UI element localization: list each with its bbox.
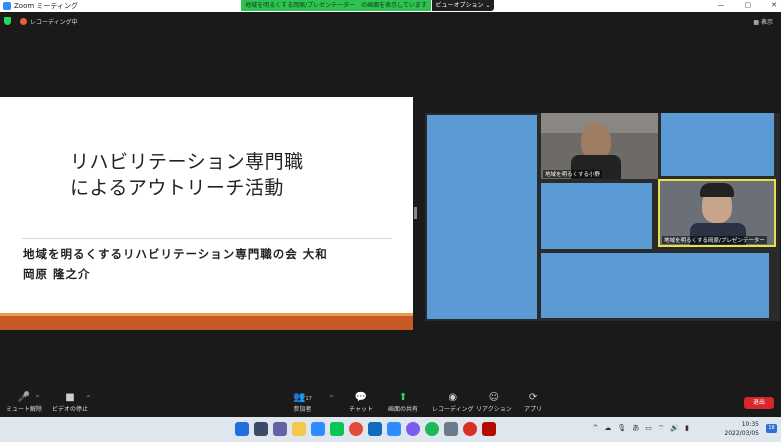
participants-options-caret[interactable]: ^ — [329, 395, 334, 402]
recording-label: レコーディング中 — [30, 19, 78, 26]
cloud-icon[interactable]: ☁ — [604, 424, 611, 432]
microphone-muted-icon: 🎤 — [17, 392, 31, 403]
video-camera-icon: ■ — [65, 392, 75, 403]
chat-icon: 💬 — [354, 392, 368, 403]
active-speaker-tile[interactable]: 地域を明るくする岡原/プレゼンテーター — [658, 179, 776, 247]
share-screen-button[interactable]: ⬆ 画面の共有 — [388, 392, 418, 413]
task-view-icon[interactable] — [254, 422, 268, 436]
taskbar-clock[interactable]: 10:35 2022/03/05 — [724, 420, 759, 438]
record-icon: ◉ — [448, 392, 458, 403]
tray-chevron-icon[interactable]: ^ — [592, 424, 598, 432]
chat-button[interactable]: 💬 チャット — [349, 392, 373, 413]
video-button[interactable]: ■ ビデオの停止 — [52, 392, 88, 413]
participants-icon: 👥17 — [293, 392, 312, 403]
mute-label: ミュート解除 — [6, 406, 43, 413]
window-controls: — ▢ ✕ — [718, 0, 778, 11]
taskbar-apps — [235, 422, 496, 436]
messenger-icon[interactable] — [406, 422, 420, 436]
recording-indicator[interactable]: レコーディング中 — [20, 17, 78, 26]
display-icon[interactable]: ▭ — [645, 424, 652, 432]
participants-label: 参加者 — [293, 406, 312, 413]
record-label: レコーディング — [432, 406, 474, 413]
slide-divider — [22, 238, 392, 239]
participant-tile[interactable] — [661, 113, 774, 176]
meeting-toolbar: 🎤 ミュート解除 ^ ■ ビデオの停止 ^ 👥17 参加者 ^ 💬 チャット ⬆ 画面の共… — [0, 390, 781, 417]
teams-icon[interactable] — [273, 422, 287, 436]
slide-footer-bar — [0, 313, 413, 330]
app-icon[interactable] — [463, 422, 477, 436]
battery-icon[interactable]: ▮ — [685, 424, 689, 432]
leave-button[interactable]: 退出 — [744, 397, 774, 409]
acrobat-icon[interactable] — [482, 422, 496, 436]
slide-organization: 地域を明るくするリハビリテーション専門職の会 大和 — [23, 247, 328, 261]
reactions-label: リアクション — [476, 406, 512, 413]
participant-tile-video[interactable]: 地域を明るくする小野 — [541, 113, 658, 179]
share-banner-text: 地域を明るくする岡原/プレゼンテーター の画面を表示しています — [245, 2, 427, 9]
record-dot-icon — [20, 18, 27, 25]
clock-time: 10:35 — [741, 421, 759, 428]
apps-icon: ⟳ — [528, 392, 538, 403]
reactions-icon: ☺ — [488, 392, 500, 403]
chat-label: チャット — [349, 406, 373, 413]
screen-share-banner: 地域を明るくする岡原/プレゼンテーター の画面を表示しています — [241, 0, 431, 11]
participant-gallery: 地域を明るくする小野 地域を明るくする岡原/プレゼンテーター — [425, 113, 780, 321]
zoom-icon[interactable] — [387, 422, 401, 436]
spotify-icon[interactable] — [425, 422, 439, 436]
clock-date: 2022/03/05 — [724, 430, 759, 437]
reactions-button[interactable]: ☺ リアクション — [476, 392, 512, 413]
apps-button[interactable]: ⟳ アプリ — [524, 392, 542, 413]
zoom-app-icon[interactable] — [311, 422, 325, 436]
ime-indicator[interactable]: あ — [632, 423, 639, 433]
slide-title: リハビリテーション専門職 によるアウトリーチ活動 — [70, 151, 304, 199]
zoom-logo-icon — [3, 2, 11, 10]
view-button[interactable]: ▦ 表示 — [753, 17, 773, 26]
notification-badge[interactable]: 18 — [766, 424, 777, 433]
chrome-icon[interactable] — [349, 422, 363, 436]
participant-name: 地域を明るくする小野 — [543, 170, 603, 178]
volume-icon[interactable]: 🔊 — [670, 424, 679, 432]
maximize-button[interactable]: ▢ — [745, 0, 752, 11]
system-tray: ^ ☁ 🎙 あ ▭ ⌔ 🔊 ▮ — [592, 423, 689, 433]
record-button[interactable]: ◉ レコーディング — [432, 392, 474, 413]
video-label: ビデオの停止 — [52, 406, 89, 413]
apps-label: アプリ — [524, 406, 543, 413]
start-menu-icon[interactable] — [235, 422, 249, 436]
outlook-icon[interactable] — [368, 422, 382, 436]
window-title: Zoom ミーティング — [14, 2, 78, 10]
splitter-handle[interactable] — [414, 207, 417, 219]
audio-options-caret[interactable]: ^ — [35, 395, 40, 402]
wifi-icon[interactable]: ⌔ — [658, 424, 665, 433]
file-explorer-icon[interactable] — [292, 422, 306, 436]
minimize-button[interactable]: — — [718, 0, 725, 11]
window-titlebar: Zoom ミーティング 地域を明るくする岡原/プレゼンテーター の画面を表示して… — [0, 0, 781, 12]
view-label: 表示 — [760, 19, 773, 26]
meeting-status-bar: レコーディング中 ▦ 表示 — [0, 12, 781, 30]
slide-presenter: 岡原 隆之介 — [23, 267, 91, 281]
settings-icon[interactable] — [444, 422, 458, 436]
participant-tile[interactable] — [427, 115, 537, 319]
participants-count: 17 — [305, 396, 312, 402]
shared-screen-slide: リハビリテーション専門職 によるアウトリーチ活動 地域を明るくするリハビリテーシ… — [0, 97, 413, 330]
close-button[interactable]: ✕ — [771, 0, 777, 11]
mic-tray-icon[interactable]: 🎙 — [617, 424, 626, 432]
participant-tile[interactable] — [541, 183, 652, 249]
windows-taskbar: ^ ☁ 🎙 あ ▭ ⌔ 🔊 ▮ 10:35 2022/03/05 18 — [0, 417, 781, 442]
share-label: 画面の共有 — [388, 406, 419, 413]
participants-button[interactable]: 👥17 参加者 — [293, 392, 312, 413]
participant-tile[interactable] — [541, 253, 769, 318]
view-options-button[interactable]: ビューオプション ⌄ — [432, 0, 494, 11]
video-options-caret[interactable]: ^ — [86, 395, 91, 402]
app-title: Zoom ミーティング — [3, 1, 78, 11]
shield-icon[interactable] — [4, 17, 11, 25]
share-screen-icon: ⬆ — [398, 392, 408, 403]
participant-name: 地域を明るくする岡原/プレゼンテーター — [662, 236, 767, 244]
line-icon[interactable] — [330, 422, 344, 436]
